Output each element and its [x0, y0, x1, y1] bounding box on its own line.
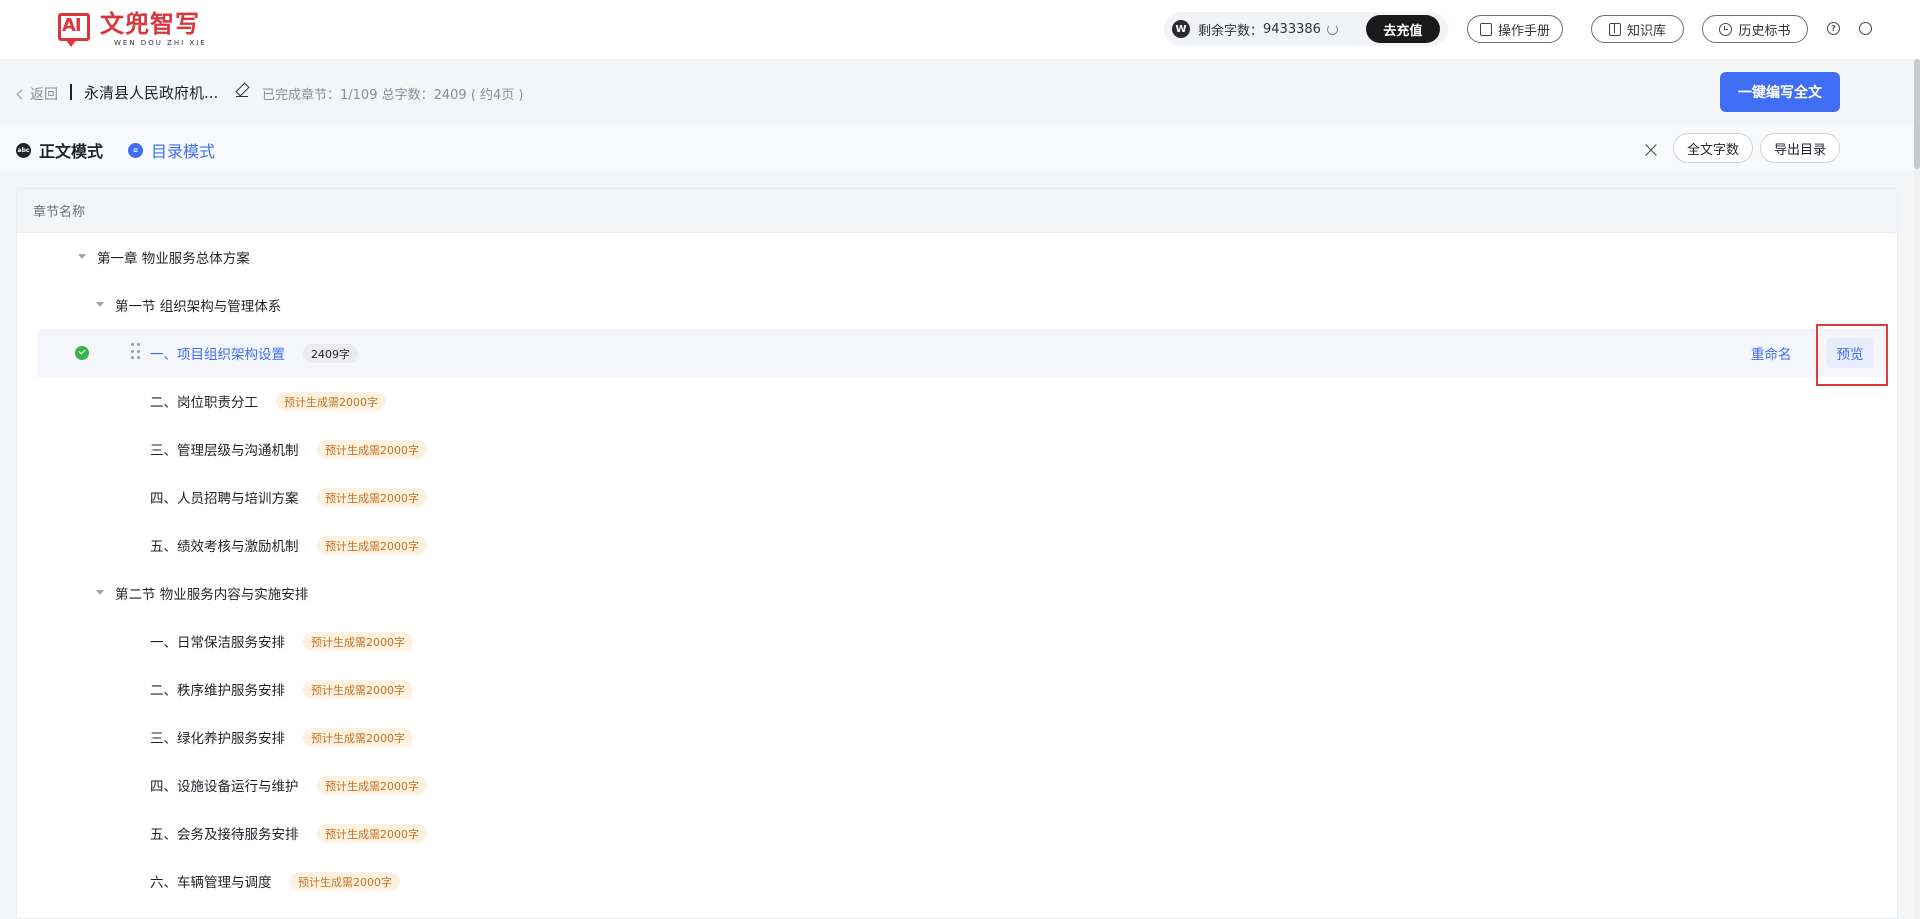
- divider: [70, 84, 72, 100]
- row-label: 第二节 物业服务内容与实施安排: [115, 587, 309, 603]
- manual-button[interactable]: 操作手册: [1467, 15, 1563, 43]
- estimate-badge: 预计生成需2000字: [317, 440, 427, 459]
- chat-icon[interactable]: [1859, 22, 1872, 35]
- estimate-badge: 预计生成需2000字: [290, 872, 400, 891]
- section-item[interactable]: 三、绿化养护服务安排 预计生成需2000字: [37, 713, 1885, 761]
- caret-down-icon[interactable]: [78, 254, 86, 259]
- chapter-row[interactable]: 第一章 物业服务总体方案: [37, 233, 1885, 281]
- row-label[interactable]: 一、日常保洁服务安排: [150, 631, 285, 651]
- section-item[interactable]: 三、管理层级与沟通机制 预计生成需2000字: [37, 425, 1885, 473]
- word-count-badge: 2409字: [303, 344, 358, 363]
- row-label: 第一节 组织架构与管理体系: [115, 299, 282, 315]
- section-item[interactable]: 六、车辆管理与调度 预计生成需2000字: [37, 857, 1885, 905]
- table-header: 章节名称: [17, 189, 1897, 233]
- rename-button[interactable]: 重命名: [1751, 343, 1792, 363]
- app-logo[interactable]: AI 文兜智写 WEN DOU ZHI XIE: [58, 10, 207, 47]
- row-label[interactable]: 三、绿化养护服务安排: [150, 727, 285, 747]
- word-balance: W 剩余字数： 9433386 去充值: [1164, 12, 1448, 46]
- section-item[interactable]: 二、秩序维护服务安排 预计生成需2000字: [37, 665, 1885, 713]
- export-outline-button[interactable]: 导出目录: [1760, 133, 1840, 163]
- tab-text-mode[interactable]: abc 正文模式: [16, 138, 103, 162]
- knowledge-base-button[interactable]: 知识库: [1591, 15, 1684, 43]
- section-item[interactable]: 四、设施设备运行与维护 预计生成需2000字: [37, 761, 1885, 809]
- section-item[interactable]: 四、人员招聘与培训方案 预计生成需2000字: [37, 473, 1885, 521]
- caret-down-icon[interactable]: [96, 302, 104, 307]
- row-label[interactable]: 三、管理层级与沟通机制: [150, 439, 299, 459]
- section-item[interactable]: 五、会务及接待服务安排 预计生成需2000字: [37, 809, 1885, 857]
- clock-icon: [1719, 22, 1733, 36]
- wallet-icon: W: [1172, 20, 1190, 38]
- estimate-badge: 预计生成需2000字: [303, 680, 413, 699]
- estimate-badge: 预计生成需2000字: [303, 728, 413, 747]
- outline-mode-icon: ≡: [128, 142, 143, 158]
- row-label[interactable]: 五、绩效考核与激励机制: [150, 535, 299, 555]
- check-icon: [75, 346, 89, 360]
- section-item[interactable]: 五、绩效考核与激励机制 预计生成需2000字: [37, 521, 1885, 569]
- top-header: AI 文兜智写 WEN DOU ZHI XIE W 剩余字数： 9433386 …: [0, 0, 1920, 59]
- text-mode-icon: abc: [16, 142, 31, 158]
- progress-status: 已完成章节：1/109 总字数：2409 ( 约4页 ): [262, 88, 524, 103]
- logo-icon: AI: [58, 11, 92, 47]
- outline-table: 章节名称 第一章 物业服务总体方案第一节 组织架构与管理体系一、项目组织架构设置…: [16, 188, 1898, 919]
- preview-button[interactable]: 预览: [1827, 338, 1873, 368]
- recharge-button[interactable]: 去充值: [1365, 15, 1440, 43]
- help-icon[interactable]: ?: [1827, 22, 1840, 35]
- back-link[interactable]: 返回: [16, 84, 58, 104]
- book-icon: [1608, 22, 1621, 36]
- section-item[interactable]: 一、项目组织架构设置 2409字 重命名 预览: [37, 324, 1888, 386]
- estimate-badge: 预计生成需2000字: [317, 776, 427, 795]
- estimate-badge: 预计生成需2000字: [276, 392, 386, 411]
- estimate-badge: 预计生成需2000字: [317, 536, 427, 555]
- row-label[interactable]: 四、人员招聘与培训方案: [150, 487, 299, 507]
- chevron-left-icon: [16, 89, 27, 99]
- row-label[interactable]: 二、秩序维护服务安排: [150, 679, 285, 699]
- section-item[interactable]: 二、岗位职责分工 预计生成需2000字: [37, 377, 1885, 425]
- row-label[interactable]: 一、项目组织架构设置: [150, 343, 285, 363]
- row-label[interactable]: 六、车辆管理与调度: [150, 871, 272, 891]
- row-label: 第一章 物业服务总体方案: [97, 251, 250, 267]
- balance-label: 剩余字数：: [1198, 23, 1264, 39]
- estimate-badge: 预计生成需2000字: [317, 488, 427, 507]
- tab-outline-mode[interactable]: ≡ 目录模式: [128, 138, 215, 162]
- logo-subtitle: WEN DOU ZHI XIE: [114, 39, 207, 47]
- collapse-all-icon[interactable]: [1644, 141, 1658, 159]
- document-icon: [1479, 22, 1492, 36]
- caret-down-icon[interactable]: [96, 590, 104, 595]
- refresh-icon[interactable]: [1326, 23, 1338, 35]
- logo-name: 文兜智写: [100, 10, 200, 38]
- section-item[interactable]: 一、日常保洁服务安排 预计生成需2000字: [37, 617, 1885, 665]
- write-all-button[interactable]: 一键编写全文: [1720, 72, 1840, 112]
- subchapter-row[interactable]: 第二节 物业服务内容与实施安排: [37, 569, 1885, 617]
- scrollbar[interactable]: [1914, 59, 1920, 919]
- balance-value: 9433386: [1263, 21, 1321, 37]
- scrollbar-thumb[interactable]: [1914, 59, 1920, 169]
- estimate-badge: 预计生成需2000字: [303, 632, 413, 651]
- word-count-button[interactable]: 全文字数: [1673, 133, 1753, 163]
- document-title: 永清县人民政府机...: [84, 84, 219, 102]
- edit-icon[interactable]: [236, 85, 248, 97]
- row-label[interactable]: 四、设施设备运行与维护: [150, 775, 299, 795]
- history-button[interactable]: 历史标书: [1702, 15, 1808, 43]
- drag-handle-icon[interactable]: [131, 343, 141, 361]
- subchapter-row[interactable]: 第一节 组织架构与管理体系: [37, 281, 1885, 329]
- mode-bar: [0, 124, 1914, 172]
- estimate-badge: 预计生成需2000字: [317, 824, 427, 843]
- row-label[interactable]: 二、岗位职责分工: [150, 391, 258, 411]
- row-label[interactable]: 五、会务及接待服务安排: [150, 823, 299, 843]
